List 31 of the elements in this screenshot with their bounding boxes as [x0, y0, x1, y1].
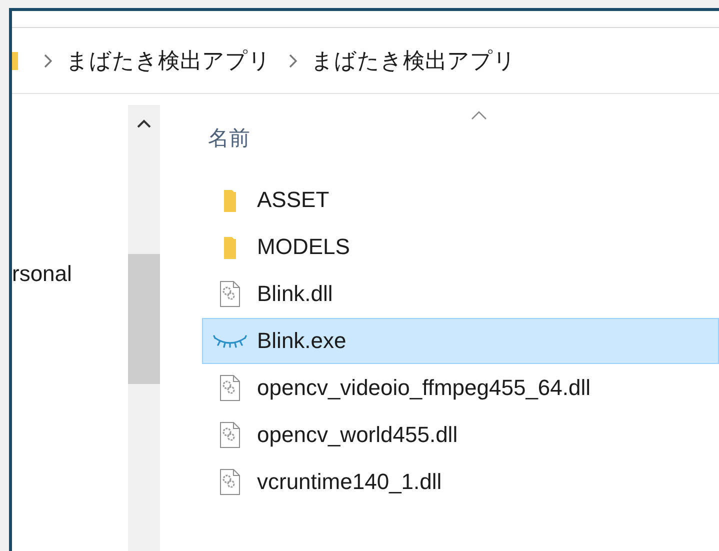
- file-name: Blink.exe: [257, 328, 346, 354]
- gear-file-icon: [219, 468, 241, 496]
- file-name: Blink.dll: [257, 281, 333, 307]
- chevron-icon: [44, 54, 52, 68]
- file-row[interactable]: MODELS: [202, 224, 719, 270]
- folder-icon: [223, 187, 237, 213]
- folder-icon: [223, 234, 237, 260]
- file-row[interactable]: opencv_world455.dll: [202, 412, 719, 458]
- closed-eye-icon: [213, 334, 247, 348]
- file-name: opencv_world455.dll: [257, 422, 458, 448]
- gear-file-icon: [219, 280, 241, 308]
- file-name: opencv_videoio_ffmpeg455_64.dll: [257, 375, 591, 401]
- gear-file-icon: [219, 374, 241, 402]
- scrollbar[interactable]: [128, 105, 160, 551]
- file-row[interactable]: Blink.exe: [202, 318, 719, 364]
- file-name: vcruntime140_1.dll: [257, 469, 442, 495]
- scroll-up-icon[interactable]: [137, 119, 151, 128]
- file-row[interactable]: ASSET: [202, 177, 719, 223]
- breadcrumb[interactable]: まばたき検出アプリ: [311, 46, 516, 76]
- nav-item[interactable]: rsonal: [12, 261, 128, 287]
- file-name: MODELS: [257, 234, 350, 260]
- file-row[interactable]: Blink.dll: [202, 271, 719, 317]
- file-name: ASSET: [257, 187, 330, 213]
- scrollbar-thumb[interactable]: [128, 254, 160, 384]
- breadcrumb[interactable]: まばたき検出アプリ: [66, 46, 271, 76]
- file-row[interactable]: vcruntime140_1.dll: [202, 459, 719, 505]
- column-header[interactable]: 名前: [208, 124, 250, 152]
- folder-icon: [12, 52, 18, 70]
- chevron-icon: [289, 54, 297, 68]
- gear-file-icon: [219, 421, 241, 449]
- file-row[interactable]: opencv_videoio_ffmpeg455_64.dll: [202, 365, 719, 411]
